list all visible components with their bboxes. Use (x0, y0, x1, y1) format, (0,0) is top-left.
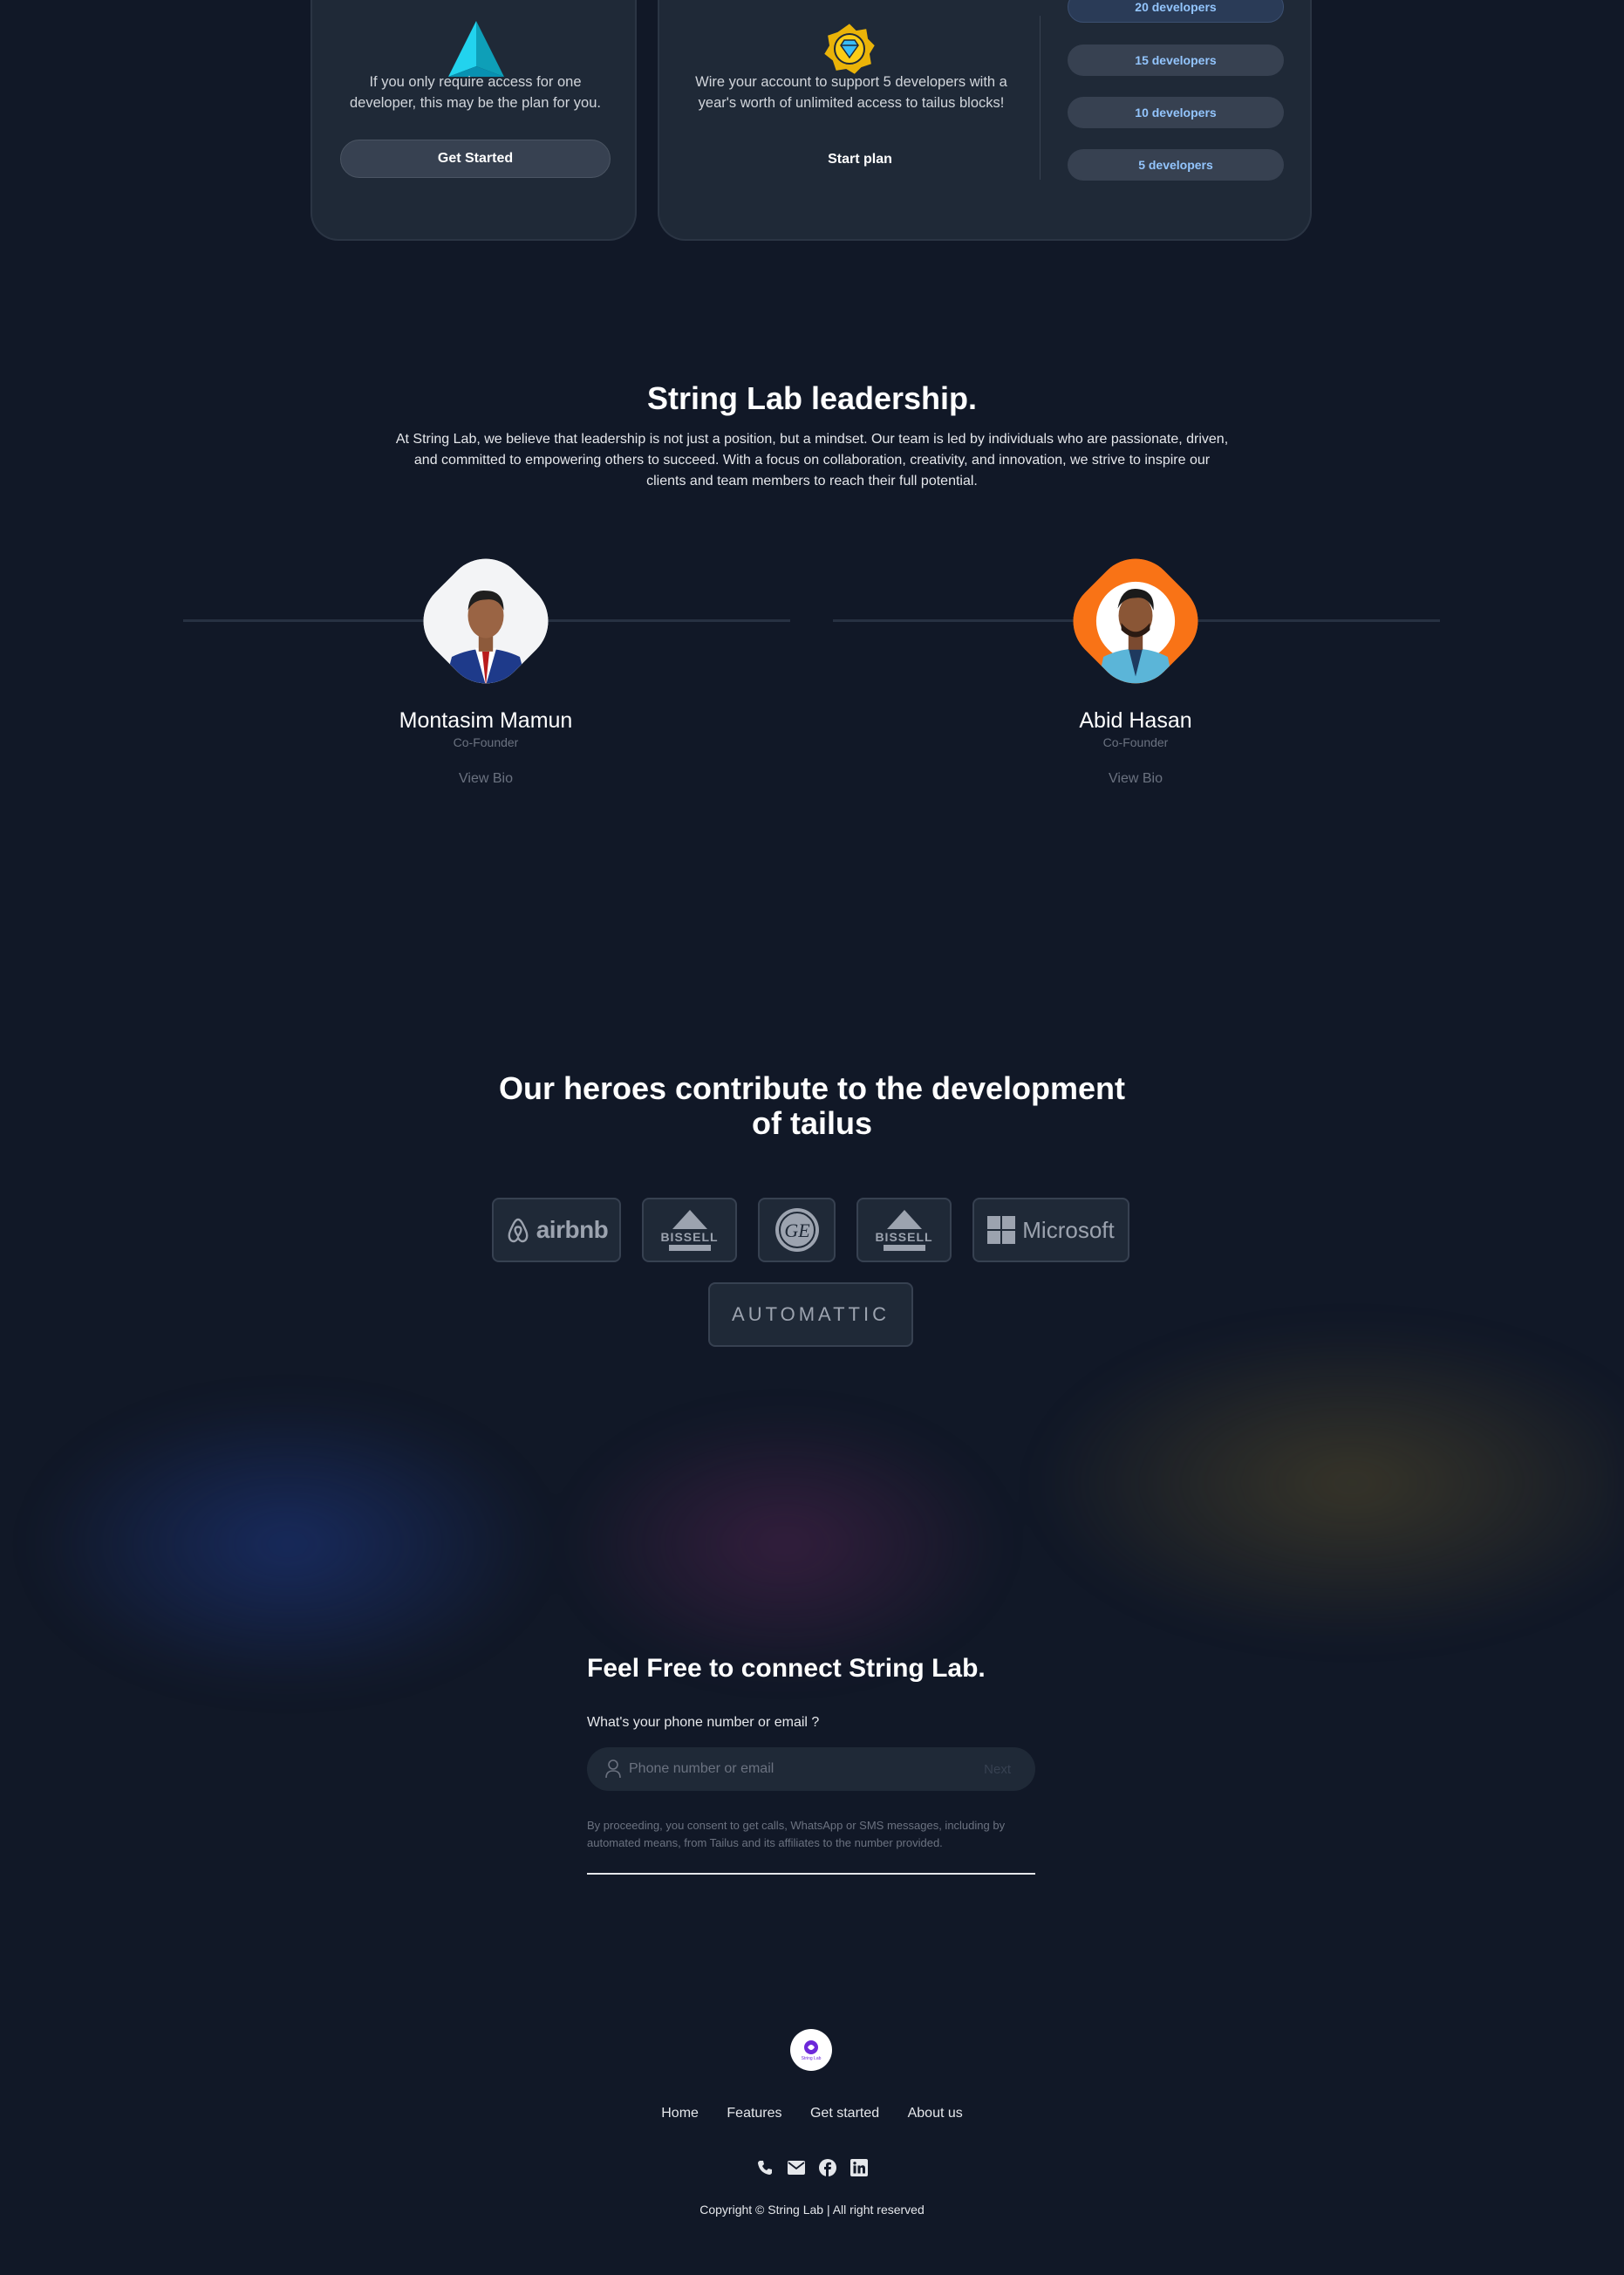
microsoft-logo: Microsoft (972, 1198, 1129, 1262)
leader-name: Abid Hasan (1079, 708, 1192, 733)
contact-title: Feel Free to connect String Lab. (587, 1654, 986, 1683)
avatar (406, 542, 565, 700)
pyramid-icon (448, 21, 504, 77)
card-divider (1040, 16, 1041, 180)
diamond-badge-icon (822, 21, 877, 77)
logo-text: Microsoft (1022, 1216, 1115, 1243)
person-portrait (1066, 551, 1205, 691)
contact-divider (587, 1873, 1035, 1875)
leadership-description: At String Lab, we believe that leadershi… (392, 429, 1232, 492)
leader-name: Montasim Mamun (399, 708, 573, 733)
person-portrait (416, 551, 556, 691)
leadership-description-line: At String Lab, we believe that leadershi… (395, 432, 1229, 447)
heroes-title-line: of tailus (751, 1105, 872, 1141)
pricing-card-team: Wire your account to support 5 developer… (658, 0, 1312, 241)
leader-role: Co-Founder (1102, 735, 1169, 749)
bissell-logo: BISSELL (856, 1198, 952, 1262)
consent-text: By proceeding, you consent to get calls,… (587, 1817, 1035, 1852)
leader-role: Co-Founder (453, 735, 519, 749)
plan-description: Wire your account to support 5 developer… (677, 72, 1026, 113)
ge-mark: GE (784, 1219, 810, 1241)
bissell-icon (672, 1209, 707, 1229)
facebook-icon[interactable] (818, 2158, 837, 2177)
contact-label: What's your phone number or email ? (587, 1715, 820, 1730)
linkedin-icon[interactable] (850, 2158, 869, 2177)
plan-description-line: Wire your account to support 5 developer… (695, 74, 1007, 90)
developers-option-15[interactable]: 15 developers (1068, 44, 1284, 76)
phone-icon[interactable] (755, 2158, 774, 2177)
footer-logo-text: String Lab (801, 2055, 822, 2061)
footer-link-home[interactable]: Home (661, 2106, 699, 2121)
heroes-title-line: Our heroes contribute to the development (498, 1070, 1126, 1106)
developers-option-20[interactable]: 20 developers (1068, 0, 1284, 23)
leadership-title: String Lab leadership. (646, 380, 978, 416)
next-button[interactable]: Next (984, 1747, 1011, 1791)
pricing-card-single: If you only require access for one devel… (310, 0, 637, 241)
footer-logo[interactable]: String Lab (790, 2029, 832, 2071)
airbnb-icon (508, 1218, 529, 1243)
get-started-button[interactable]: Get Started (340, 140, 611, 178)
ge-logo: GE (758, 1198, 836, 1262)
contact-field: Next (587, 1747, 1035, 1791)
airbnb-logo: airbnb (492, 1198, 621, 1262)
bissell-icon (886, 1209, 922, 1229)
leadership-description-line: clients and team members to reach their … (646, 474, 978, 488)
leadership-description-line: and committed to empowering others to su… (413, 453, 1211, 468)
logo-text: BISSELL (875, 1229, 933, 1244)
mail-icon[interactable] (787, 2158, 806, 2177)
consent-line: automated means, from Tailus and its aff… (587, 1836, 943, 1849)
plan-description-line: year's worth of unlimited access to tail… (698, 95, 1005, 111)
view-bio-link[interactable]: View Bio (311, 771, 660, 787)
phone-email-input[interactable] (629, 1747, 960, 1791)
logo-text: BISSELL (660, 1229, 719, 1244)
plan-description: If you only require access for one devel… (312, 72, 638, 113)
footer-link-about[interactable]: About us (908, 2106, 963, 2121)
heroes-title: Our heroes contribute to the development… (0, 1071, 1624, 1141)
bissell-logo: BISSELL (642, 1198, 737, 1262)
logo-text: airbnb (536, 1216, 609, 1243)
social-links (0, 2158, 1624, 2177)
footer-link-features[interactable]: Features (727, 2106, 781, 2121)
plan-description-line: developer, this may be the plan for you. (349, 95, 601, 111)
ge-icon: GE (774, 1208, 819, 1252)
developers-option-5[interactable]: 5 developers (1068, 149, 1284, 181)
footer-nav: Home Features Get started About us (0, 2106, 1624, 2121)
avatar (1056, 542, 1215, 700)
start-plan-button[interactable]: Start plan (764, 147, 956, 173)
windows-icon (987, 1216, 1016, 1244)
developers-option-10[interactable]: 10 developers (1068, 97, 1284, 128)
plan-description-line: If you only require access for one (369, 74, 582, 90)
footer-link-get-started[interactable]: Get started (810, 2106, 879, 2121)
view-bio-link[interactable]: View Bio (961, 771, 1310, 787)
consent-line: By proceeding, you consent to get calls,… (587, 1819, 1006, 1832)
logo-bar (668, 1244, 711, 1251)
copyright: Copyright © String Lab | All right reser… (699, 2203, 925, 2217)
logo-bar (883, 1244, 925, 1251)
string-lab-logo-icon (804, 2039, 818, 2054)
user-icon (605, 1759, 621, 1779)
